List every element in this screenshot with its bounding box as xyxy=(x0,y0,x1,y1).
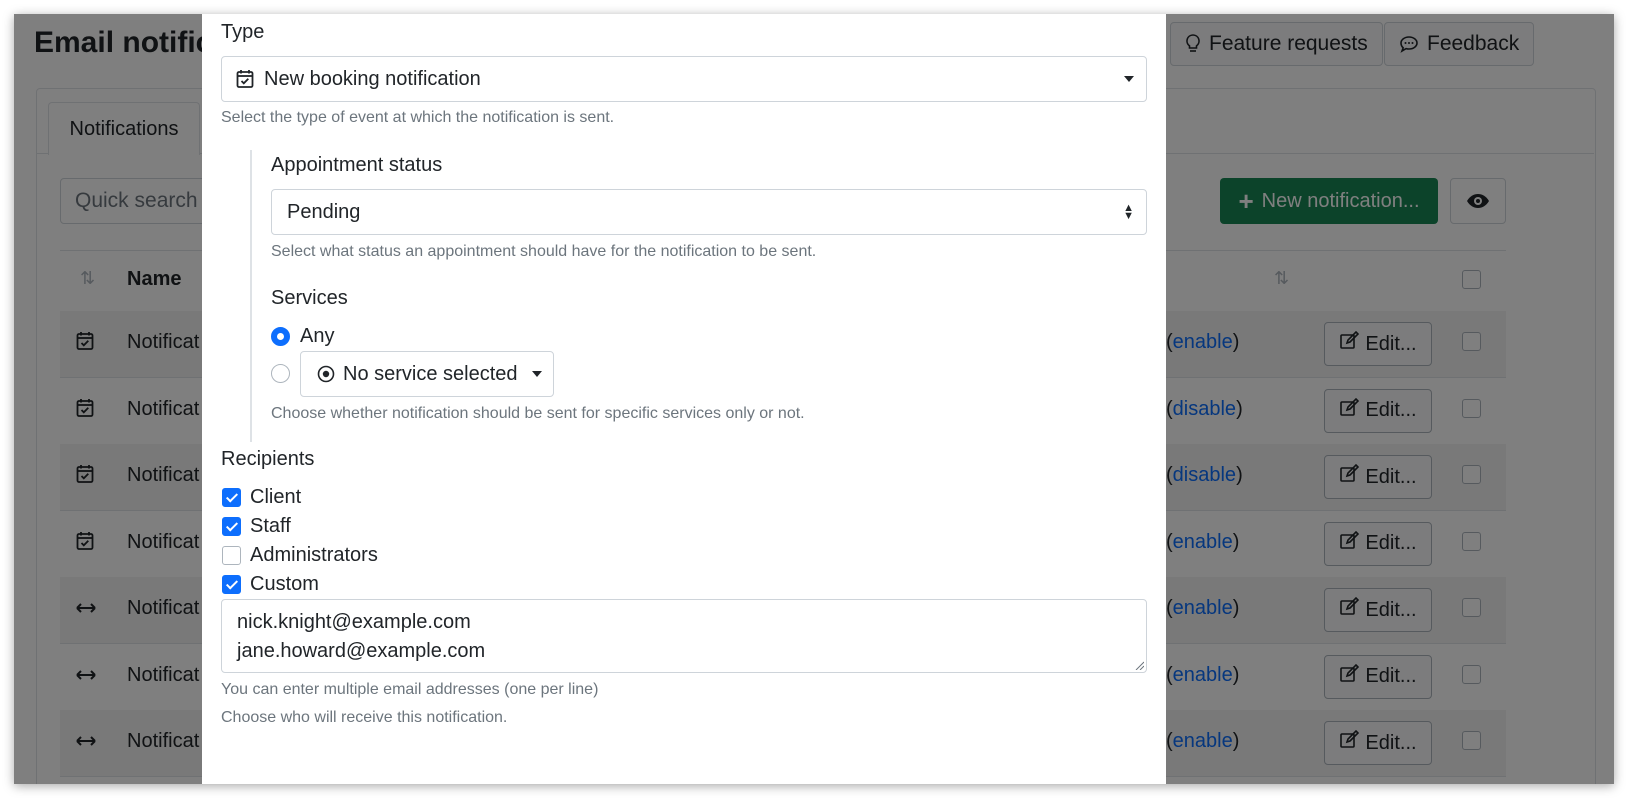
recipient-checkbox-staff[interactable] xyxy=(222,517,241,536)
type-label: Type xyxy=(221,21,265,43)
recipient-label[interactable]: Client xyxy=(250,486,301,509)
recipient-checkbox-custom[interactable] xyxy=(222,575,241,594)
type-select[interactable]: New booking notification xyxy=(221,56,1147,102)
services-specific-radio[interactable] xyxy=(271,364,290,383)
custom-emails-textarea[interactable]: nick.knight@example.com jane.howard@exam… xyxy=(221,599,1147,673)
service-select-value: No service selected xyxy=(343,362,518,385)
services-label: Services xyxy=(271,287,348,309)
type-select-value: New booking notification xyxy=(264,67,481,90)
custom-email-line: nick.knight@example.com xyxy=(237,611,471,633)
services-any-radio[interactable] xyxy=(271,327,290,346)
appointment-status-label: Appointment status xyxy=(271,154,443,176)
recipients-label: Recipients xyxy=(221,448,315,470)
service-select-dropdown[interactable]: No service selected xyxy=(300,351,554,397)
services-help-text: Choose whether notification should be se… xyxy=(271,405,805,422)
type-help-text: Select the type of event at which the no… xyxy=(221,109,615,126)
recipient-label[interactable]: Staff xyxy=(250,515,291,538)
appointment-status-select[interactable]: Pending ▲ ▼ xyxy=(271,189,1147,235)
resize-handle-icon[interactable] xyxy=(1134,660,1144,670)
notification-modal: Type New booking notification Select the… xyxy=(202,14,1166,784)
calendar-check-icon xyxy=(236,70,254,88)
select-updown-icon: ▲ ▼ xyxy=(1123,202,1134,222)
chevron-down-icon xyxy=(1124,76,1134,82)
app-window: Email notifica Feature requests Feedback… xyxy=(14,14,1614,784)
caret-down-icon xyxy=(531,371,542,377)
custom-emails-help-text: You can enter multiple email addresses (… xyxy=(221,681,599,698)
nested-options-border xyxy=(250,150,252,442)
recipient-label[interactable]: Custom xyxy=(250,573,319,596)
dot-circle-icon xyxy=(317,365,335,383)
appointment-status-value: Pending xyxy=(287,200,361,223)
custom-email-line: jane.howard@example.com xyxy=(237,640,486,662)
recipient-checkbox-client[interactable] xyxy=(222,488,241,507)
recipient-label[interactable]: Administrators xyxy=(250,544,378,567)
services-any-label[interactable]: Any xyxy=(300,325,334,348)
recipients-help-text: Choose who will receive this notificatio… xyxy=(221,709,508,726)
recipient-checkbox-administrators[interactable] xyxy=(222,546,241,565)
appointment-status-help-text: Select what status an appointment should… xyxy=(271,243,817,260)
